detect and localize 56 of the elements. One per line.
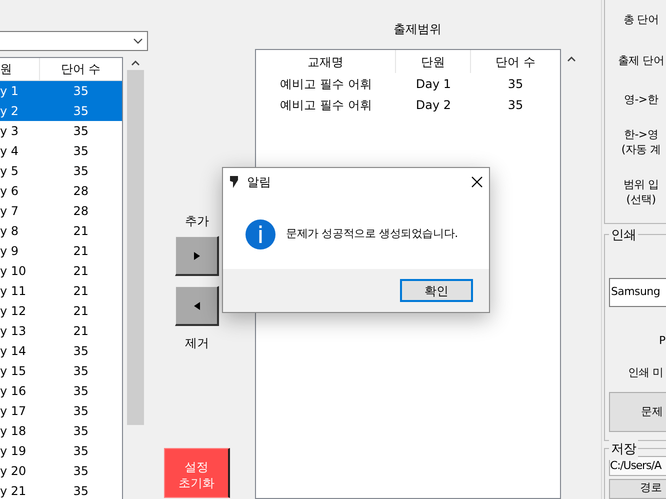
list-row[interactable]: y 2 35 [0, 101, 122, 121]
list-row[interactable]: y 17 35 [0, 401, 122, 421]
add-label: 추가 [185, 213, 209, 230]
close-icon[interactable] [471, 176, 483, 188]
list-row[interactable]: y 5 35 [0, 161, 122, 181]
setting-label: 출제 단어 [617, 53, 665, 68]
list-row[interactable]: y 11 21 [0, 281, 122, 301]
list-row[interactable]: y 7 28 [0, 201, 122, 221]
pin-icon [229, 175, 239, 189]
list-row[interactable]: 예비고 필수 어휘 Day 1 35 [256, 73, 560, 94]
dialog-title: 알림 [247, 174, 272, 191]
column-header[interactable]: 단어 수 [471, 50, 560, 73]
list-row[interactable]: y 10 21 [0, 261, 122, 281]
list-row[interactable]: y 3 35 [0, 121, 122, 141]
group-title: 저장 [609, 440, 638, 460]
column-header[interactable]: 원 [0, 58, 40, 80]
range-title: 출제범위 [392, 21, 442, 38]
list-row[interactable]: y 9 21 [0, 241, 122, 261]
list-row[interactable]: y 14 35 [0, 341, 122, 361]
print-label: 인쇄 미 [627, 365, 664, 380]
info-icon [245, 219, 276, 250]
list-row[interactable]: y 15 35 [0, 361, 122, 381]
list-row[interactable]: y 1 35 [0, 81, 122, 101]
column-header[interactable]: 단어 수 [40, 58, 122, 80]
remove-label: 제거 [185, 335, 209, 352]
add-button[interactable] [175, 236, 219, 276]
scrollbar-thumb[interactable] [127, 70, 144, 425]
list-row[interactable]: y 13 21 [0, 321, 122, 341]
list-row[interactable]: y 16 35 [0, 381, 122, 401]
right-triangle-icon [192, 250, 200, 260]
setting-label: 영->한 [623, 92, 660, 107]
browse-button[interactable]: 경로 [609, 479, 666, 499]
dialog-message: 문제가 성공적으로 생성되었습니다. [286, 226, 458, 242]
list-row[interactable]: y 18 35 [0, 421, 122, 441]
list-row[interactable]: y 12 21 [0, 301, 122, 321]
generate-button[interactable]: 문제 [609, 392, 666, 432]
print-label: P [658, 333, 666, 348]
setting-label: 범위 입 (선택) [622, 177, 660, 207]
setting-label: 총 단어 [622, 12, 660, 27]
setting-label: 한->영 (자동 계 [620, 127, 662, 157]
list-row[interactable]: y 20 35 [0, 461, 122, 481]
list-row[interactable]: y 6 28 [0, 181, 122, 201]
printer-dropdown[interactable]: Samsung [609, 278, 666, 307]
list-row[interactable]: y 8 21 [0, 221, 122, 241]
column-header[interactable]: 단원 [396, 50, 471, 73]
column-header[interactable]: 교재명 [256, 50, 396, 73]
remove-button[interactable] [175, 286, 219, 326]
chevron-down-icon [133, 38, 143, 44]
left-triangle-icon [192, 300, 200, 310]
list-row[interactable]: y 19 35 [0, 441, 122, 461]
list-row[interactable]: y 4 35 [0, 141, 122, 161]
ok-button[interactable]: 확인 [400, 279, 473, 302]
path-field[interactable]: C:/Users/A [609, 456, 666, 476]
list-row[interactable]: 예비고 필수 어휘 Day 2 35 [256, 94, 560, 115]
list-row[interactable]: y 21 35 [0, 481, 122, 499]
dropdown[interactable] [0, 31, 148, 51]
